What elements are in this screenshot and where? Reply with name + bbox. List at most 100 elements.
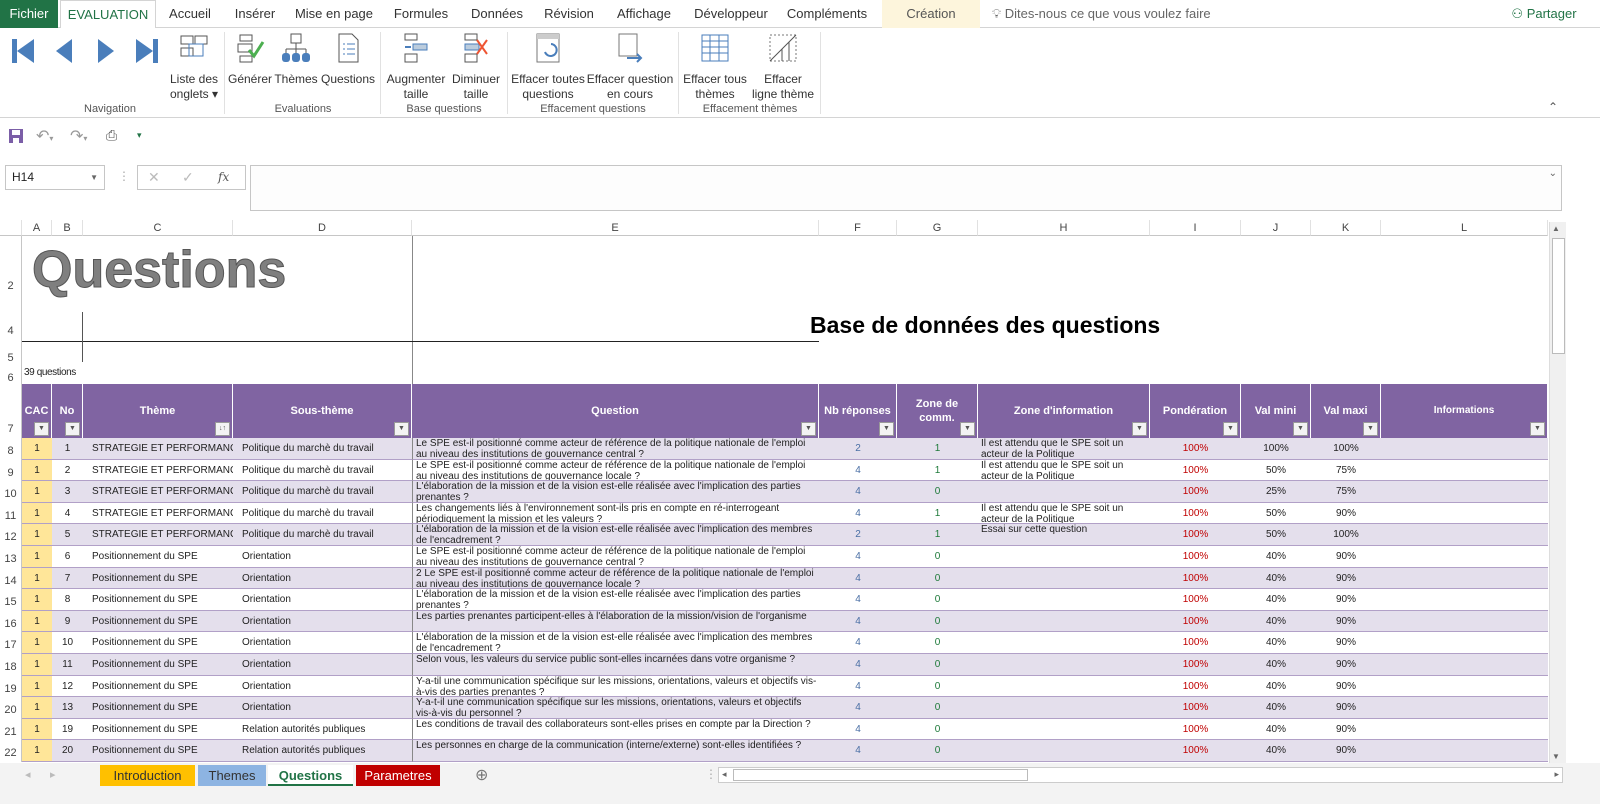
cell-min[interactable]: 40% bbox=[1241, 546, 1311, 568]
cell-zc[interactable]: 0 bbox=[897, 654, 978, 676]
cell-max[interactable]: 90% bbox=[1311, 740, 1381, 762]
cell-zc[interactable]: 0 bbox=[897, 719, 978, 741]
first-icon[interactable] bbox=[12, 39, 34, 63]
column-header-H[interactable]: H bbox=[978, 220, 1150, 236]
cell-q[interactable]: Y-a-t-il une communication spécifique su… bbox=[412, 697, 819, 719]
table-row[interactable]: 1 7 Positionnement du SPE Orientation 2 Le S… bbox=[22, 567, 1548, 590]
cell-q[interactable]: Les personnes en charge de la communicat… bbox=[412, 740, 819, 762]
table-row[interactable]: 1 1 STRATEGIE ET PERFORMANC Politique du ma… bbox=[22, 438, 1548, 460]
cell-q[interactable]: Les changements liés à l'environnement s… bbox=[412, 502, 819, 525]
cell-cac[interactable]: 1 bbox=[22, 675, 52, 698]
cell-nb[interactable]: 4 bbox=[819, 654, 897, 676]
cell-cac[interactable]: 1 bbox=[22, 459, 52, 482]
scroll-thumb[interactable] bbox=[1552, 238, 1565, 354]
cell-nb[interactable]: 4 bbox=[819, 632, 897, 654]
row-header-16[interactable]: 16 bbox=[0, 610, 22, 633]
row-header-11[interactable]: 11 bbox=[0, 502, 22, 525]
sheet-tab-parametres[interactable]: Parametres bbox=[356, 765, 440, 786]
cell-theme[interactable]: Positionnement du SPE bbox=[83, 719, 233, 741]
cell-nb[interactable]: 4 bbox=[819, 568, 897, 590]
cell-info[interactable]: Il est attendu que le SPE soit un acteur… bbox=[978, 503, 1150, 525]
cell-min[interactable]: 50% bbox=[1241, 503, 1311, 525]
row-header-10[interactable]: 10 bbox=[0, 481, 22, 503]
cell-no[interactable]: 4 bbox=[52, 503, 83, 525]
cell-info[interactable] bbox=[978, 697, 1150, 719]
cell-cac[interactable]: 1 bbox=[22, 546, 52, 568]
cell-info[interactable] bbox=[978, 481, 1150, 503]
cell-nb[interactable]: 4 bbox=[819, 697, 897, 719]
next-icon[interactable] bbox=[98, 39, 114, 63]
filter-dropdown-button[interactable]: ▼ bbox=[394, 422, 409, 436]
split-handle-icon[interactable]: ⋮ bbox=[705, 767, 717, 781]
sheet-tab-themes[interactable]: Themes bbox=[198, 765, 266, 786]
sheet-tab-questions[interactable]: Questions bbox=[268, 765, 353, 786]
table-row[interactable]: 1 5 STRATEGIE ET PERFORMANC Politique du ma… bbox=[22, 524, 1548, 546]
cell-no[interactable]: 13 bbox=[52, 697, 83, 719]
cell-info[interactable] bbox=[978, 719, 1150, 741]
clear-theme-row-button[interactable]: Effacer ligne thème bbox=[750, 32, 816, 102]
cell-max[interactable]: 90% bbox=[1311, 546, 1381, 568]
cell-no[interactable]: 3 bbox=[52, 481, 83, 503]
cell-theme[interactable]: STRATEGIE ET PERFORMANC bbox=[83, 503, 233, 525]
clear-all-questions-button[interactable]: Effacer toutes questions bbox=[510, 32, 586, 102]
cell-theme[interactable]: Positionnement du SPE bbox=[83, 568, 233, 590]
cell-sub[interactable]: Orientation bbox=[233, 632, 412, 654]
row-header-19[interactable]: 19 bbox=[0, 675, 22, 698]
cell-informations[interactable] bbox=[1381, 460, 1548, 482]
cell-no[interactable]: 2 bbox=[52, 460, 83, 482]
tab-revision[interactable]: Révision bbox=[538, 0, 600, 28]
row-header-17[interactable]: 17 bbox=[0, 632, 22, 654]
formula-input[interactable]: ⌄ bbox=[250, 165, 1562, 211]
filter-dropdown-button[interactable]: ↓↑ bbox=[215, 422, 230, 436]
cell-cac[interactable]: 1 bbox=[22, 502, 52, 525]
cell-sub[interactable]: Relation autorités publiques bbox=[233, 740, 412, 762]
name-box[interactable]: H14 ▼ bbox=[5, 165, 105, 190]
tab-accueil[interactable]: Accueil bbox=[160, 0, 220, 28]
tab-creation[interactable]: Création bbox=[882, 0, 980, 28]
cell-informations[interactable] bbox=[1381, 568, 1548, 590]
questions-button[interactable]: Questions bbox=[320, 32, 376, 87]
table-row[interactable]: 1 3 STRATEGIE ET PERFORMANC Politique du ma… bbox=[22, 481, 1548, 503]
cell-q[interactable]: L'élaboration de la mission et de la vis… bbox=[412, 589, 819, 611]
cell-informations[interactable] bbox=[1381, 654, 1548, 676]
tell-me-box[interactable]: 💡︎ Dites-nous ce que vous voulez faire bbox=[992, 0, 1212, 28]
cell-nb[interactable]: 4 bbox=[819, 589, 897, 611]
cell-zc[interactable]: 0 bbox=[897, 740, 978, 762]
list-tabs-button[interactable]: Liste des onglets ▾ bbox=[166, 32, 222, 102]
cell-zc[interactable]: 0 bbox=[897, 611, 978, 633]
cell-nb[interactable]: 4 bbox=[819, 460, 897, 482]
cell-nb[interactable]: 4 bbox=[819, 481, 897, 503]
cell-nb[interactable]: 4 bbox=[819, 676, 897, 698]
column-header-J[interactable]: J bbox=[1241, 220, 1311, 236]
cell-pond[interactable]: 100% bbox=[1150, 503, 1241, 525]
table-row[interactable]: 1 12 Positionnement du SPE Orientation Y-a-t… bbox=[22, 675, 1548, 698]
cell-theme[interactable]: Positionnement du SPE bbox=[83, 546, 233, 568]
cell-nb[interactable]: 4 bbox=[819, 503, 897, 525]
cell-no[interactable]: 11 bbox=[52, 654, 83, 676]
table-row[interactable]: 1 6 Positionnement du SPE Orientation Le SPE… bbox=[22, 546, 1548, 568]
column-header-G[interactable]: G bbox=[897, 220, 978, 236]
column-header-I[interactable]: I bbox=[1150, 220, 1241, 236]
cell-no[interactable]: 9 bbox=[52, 611, 83, 633]
cell-no[interactable]: 10 bbox=[52, 632, 83, 654]
cell-max[interactable]: 90% bbox=[1311, 676, 1381, 698]
cell-max[interactable]: 90% bbox=[1311, 632, 1381, 654]
cell-cac[interactable]: 1 bbox=[22, 524, 52, 546]
cell-informations[interactable] bbox=[1381, 632, 1548, 654]
filter-dropdown-button[interactable]: ▼ bbox=[801, 422, 816, 436]
cell-zc[interactable]: 1 bbox=[897, 438, 978, 460]
horizontal-scrollbar[interactable]: ◂ ▸ bbox=[718, 767, 1563, 783]
cell-pond[interactable]: 100% bbox=[1150, 697, 1241, 719]
cell-max[interactable]: 90% bbox=[1311, 503, 1381, 525]
row-header-21[interactable]: 21 bbox=[0, 718, 22, 741]
scroll-left-icon[interactable]: ◂ bbox=[722, 769, 727, 780]
cell-pond[interactable]: 100% bbox=[1150, 654, 1241, 676]
row-header-8[interactable]: 8 bbox=[0, 438, 22, 460]
cell-zc[interactable]: 0 bbox=[897, 481, 978, 503]
row-header-5[interactable]: 5 bbox=[0, 342, 22, 366]
customize-qat-icon[interactable]: ▾ bbox=[137, 130, 142, 141]
cell-info[interactable] bbox=[978, 611, 1150, 633]
cell-sub[interactable]: Politique du marchè du travail bbox=[233, 503, 412, 525]
cell-info[interactable] bbox=[978, 740, 1150, 762]
sheet-tab-introduction[interactable]: Introduction bbox=[100, 765, 195, 786]
